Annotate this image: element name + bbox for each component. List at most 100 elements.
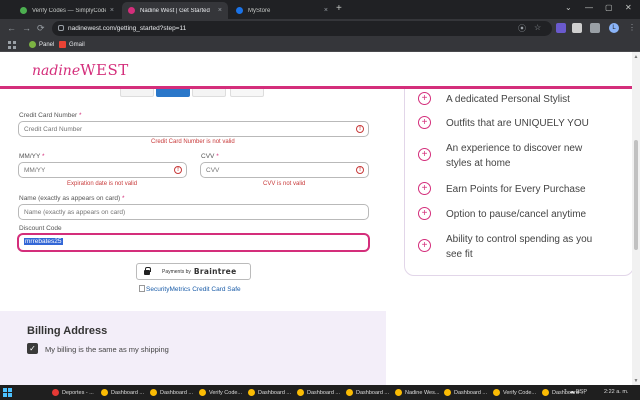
expiry-input[interactable] [18, 162, 187, 178]
securitymetrics-badge[interactable]: SecurityMetrics Credit Card Safe [139, 285, 241, 293]
site-header: nadineWEST [0, 52, 632, 89]
benefit-text: Ability to control spending as you see f… [446, 234, 593, 260]
cardholder-name-input[interactable] [18, 204, 369, 220]
back-button[interactable]: ← [7, 23, 16, 33]
billing-address-section: Billing Address ✓ My billing is the same… [0, 311, 386, 385]
bookmark-label: Panel [39, 41, 55, 48]
taskbar-window-button[interactable]: Deportes - ... [52, 387, 98, 398]
scrollbar-thumb[interactable] [634, 140, 638, 250]
tab-verify-codes[interactable]: Verify Codes — SimplyCodes × [14, 2, 120, 19]
amex-card-icon [156, 89, 190, 97]
card-number-input[interactable] [18, 121, 369, 137]
plus-circle-icon: + [418, 239, 431, 252]
chrome-window-icon [248, 389, 255, 396]
taskbar-window-button[interactable]: Dashboard ... [346, 387, 392, 398]
chrome-window-icon [395, 389, 402, 396]
chrome-window-icon [101, 389, 108, 396]
taskbar-window-button[interactable]: Dashboard ... [248, 387, 294, 398]
taskbar-window-label: Dashboard ... [454, 389, 488, 396]
language-indicator[interactable]: ESP [576, 389, 587, 395]
scroll-up-arrow-icon[interactable]: ▲ [633, 54, 639, 60]
braintree-prefix: Payments by [162, 268, 191, 275]
taskbar-window-label: Verify Code... [503, 389, 537, 396]
broken-image-icon [139, 285, 145, 292]
location-icon[interactable]: ⦿ [518, 23, 526, 34]
discount-code-input[interactable]: mrrebates25 [18, 234, 369, 251]
cvv-error: CVV is not valid [263, 181, 306, 187]
visa-card-icon [120, 89, 154, 97]
forward-button[interactable]: → [22, 23, 31, 33]
taskbar-window-button[interactable]: Dashboard ... [444, 387, 490, 398]
new-tab-button[interactable]: + [336, 3, 342, 14]
scroll-down-arrow-icon[interactable]: ▼ [633, 378, 639, 384]
benefit-item: + A dedicated Personal Stylist [418, 92, 606, 107]
cvv-input[interactable] [200, 162, 369, 178]
same-as-shipping-checkbox[interactable]: ✓ [27, 343, 38, 354]
taskbar-window-label: Deportes - ... [62, 389, 94, 396]
nadine-west-logo[interactable]: nadineWEST [32, 61, 129, 79]
chrome-window-icon [493, 389, 500, 396]
window-close-button[interactable]: ✕ [625, 3, 632, 12]
logo-script: nadine [32, 63, 81, 79]
extension-icon[interactable] [572, 23, 582, 33]
braintree-badge[interactable]: Payments by Braintree [136, 263, 251, 280]
checkout-content: Credit Card Number * ! Credit Card Numbe… [0, 89, 632, 385]
reload-button[interactable]: ⟳ [37, 23, 45, 34]
maximize-button[interactable]: ▢ [605, 3, 613, 12]
benefit-text: Earn Points for Every Purchase [446, 184, 586, 195]
close-icon[interactable]: × [110, 7, 114, 14]
extensions-puzzle-icon[interactable] [590, 23, 600, 33]
bookmark-gmail[interactable]: Gmail [59, 41, 85, 48]
address-bar[interactable]: nadinewest.com/getting_started?step=11 [52, 21, 552, 36]
apps-grid-icon[interactable] [8, 41, 16, 49]
clock[interactable]: 2:22 a. m. [604, 389, 628, 395]
tab-title: Nadine West | Get Started [140, 7, 210, 14]
taskbar-window-label: Verify Code... [209, 389, 243, 396]
tab-title: Verify Codes — SimplyCodes [32, 7, 106, 14]
benefit-text: Outfits that are UNIQUELY YOU [446, 118, 589, 129]
taskbar-window-label: Nadine Wes... [405, 389, 440, 396]
taskbar-window-button[interactable]: Verify Code... [199, 387, 245, 398]
chrome-window-icon [297, 389, 304, 396]
chrome-window-icon [150, 389, 157, 396]
close-icon[interactable]: × [324, 7, 328, 14]
error-icon: ! [174, 166, 182, 174]
benefit-text: A dedicated Personal Stylist [446, 94, 570, 105]
same-as-shipping-label[interactable]: My billing is the same as my shipping [45, 345, 169, 354]
menu-icon[interactable]: ⋮ [628, 23, 636, 32]
taskbar-window-button[interactable]: Dashboard ... [150, 387, 196, 398]
plus-circle-icon: + [418, 207, 431, 220]
accepted-cards-logos [120, 89, 270, 99]
gmail-icon [59, 41, 66, 48]
cvv-label: CVV * [201, 153, 219, 160]
mystore-favicon-icon [236, 7, 243, 14]
windows-start-icon[interactable] [3, 388, 12, 397]
braintree-name: Braintree [193, 267, 237, 276]
tab-mystore[interactable]: MyStore × [230, 2, 334, 19]
bookmark-star-icon[interactable]: ☆ [534, 23, 541, 32]
lock-icon [144, 267, 151, 275]
chrome-window-icon [346, 389, 353, 396]
bookmark-panel[interactable]: Panel [29, 41, 54, 48]
nadinewest-favicon-icon [128, 7, 135, 14]
tab-search-icon[interactable]: ⌄ [565, 3, 572, 12]
minimize-button[interactable]: — [585, 3, 593, 12]
tab-nadine-west[interactable]: Nadine West | Get Started × [122, 2, 228, 19]
benefits-panel: + A dedicated Personal Stylist + Outfits… [404, 89, 632, 276]
benefit-text: An experience to discover new styles at … [446, 143, 583, 169]
taskbar-window-button[interactable]: Dashboard ... [101, 387, 147, 398]
simplycodes-favicon-icon [20, 7, 27, 14]
taskbar-window-button[interactable]: Dashboard ... [297, 387, 343, 398]
plus-circle-icon: + [418, 92, 431, 105]
expiry-label: MM/YY * [19, 153, 45, 160]
close-icon[interactable]: × [218, 7, 222, 14]
bookmark-label: Gmail [69, 41, 85, 48]
extension-icon[interactable] [556, 23, 566, 33]
taskbar-window-button[interactable]: Verify Code... [493, 387, 539, 398]
site-info-icon[interactable] [58, 25, 64, 31]
profile-avatar[interactable]: L [609, 23, 619, 33]
url-text: nadinewest.com/getting_started?step=11 [68, 25, 187, 32]
plus-circle-icon: + [418, 182, 431, 195]
taskbar-window-button[interactable]: Nadine Wes... [395, 387, 441, 398]
mastercard-icon [230, 89, 264, 97]
